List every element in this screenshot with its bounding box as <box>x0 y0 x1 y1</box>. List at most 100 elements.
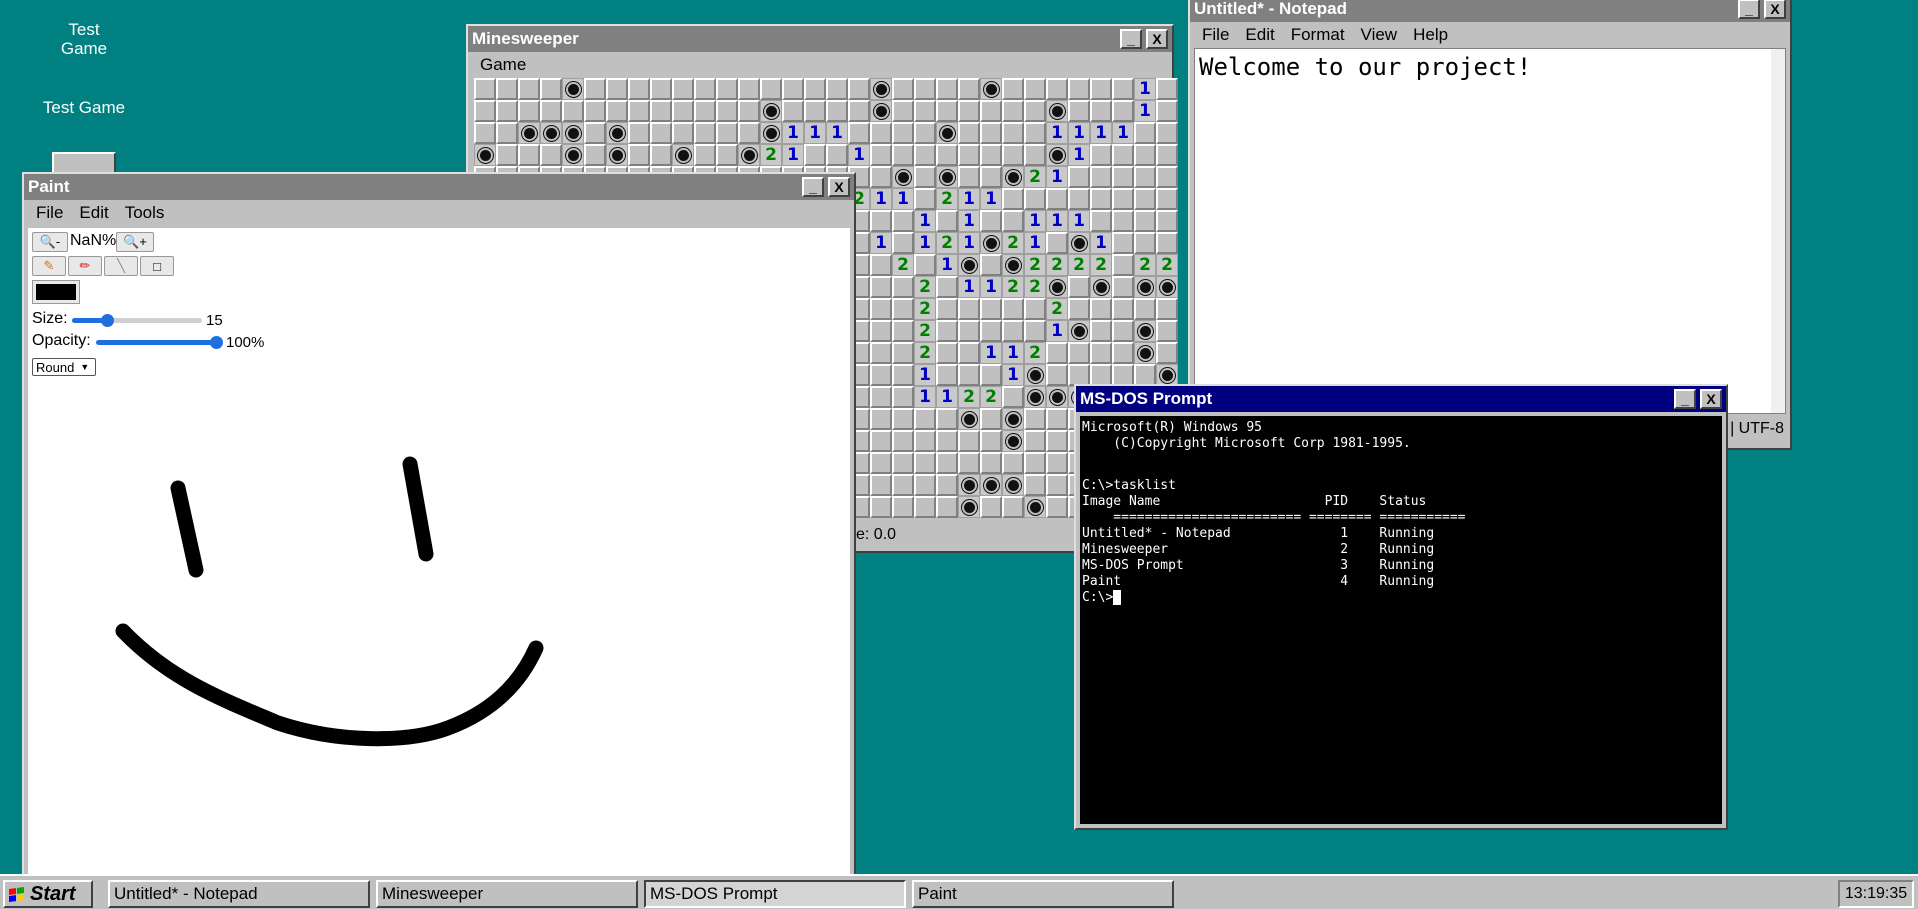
mine-cell[interactable] <box>870 496 892 518</box>
mine-cell[interactable]: 2 <box>980 386 1002 408</box>
mine-icon[interactable] <box>958 474 980 496</box>
menu-file[interactable]: File <box>28 203 71 223</box>
mine-cell[interactable] <box>1068 188 1090 210</box>
mine-cell[interactable] <box>540 100 562 122</box>
mine-cell[interactable] <box>936 100 958 122</box>
mine-cell[interactable] <box>474 122 496 144</box>
mine-cell[interactable] <box>980 166 1002 188</box>
mine-cell[interactable] <box>628 100 650 122</box>
mine-cell[interactable] <box>650 78 672 100</box>
mine-cell[interactable]: 1 <box>1002 364 1024 386</box>
mine-cell[interactable] <box>980 254 1002 276</box>
mine-cell[interactable]: 1 <box>1134 100 1156 122</box>
mine-cell[interactable] <box>1046 78 1068 100</box>
mine-cell[interactable]: 2 <box>1046 298 1068 320</box>
close-button[interactable]: X <box>1146 29 1168 49</box>
mine-cell[interactable] <box>892 452 914 474</box>
mine-cell[interactable]: 1 <box>1046 122 1068 144</box>
mine-cell[interactable] <box>716 100 738 122</box>
mine-cell[interactable]: 1 <box>1068 144 1090 166</box>
mine-cell[interactable] <box>1002 496 1024 518</box>
mine-cell[interactable]: 1 <box>1090 232 1112 254</box>
mine-cell[interactable]: 1 <box>892 188 914 210</box>
mine-cell[interactable] <box>540 144 562 166</box>
mine-cell[interactable]: 1 <box>1024 210 1046 232</box>
mine-cell[interactable]: 1 <box>848 144 870 166</box>
paint-titlebar[interactable]: Paint _ X <box>24 174 854 200</box>
mine-cell[interactable] <box>650 100 672 122</box>
mine-cell[interactable] <box>518 78 540 100</box>
mine-cell[interactable] <box>1002 144 1024 166</box>
mine-cell[interactable] <box>1046 364 1068 386</box>
mine-cell[interactable] <box>694 122 716 144</box>
mine-icon[interactable] <box>1156 276 1178 298</box>
mine-cell[interactable] <box>672 122 694 144</box>
mine-cell[interactable] <box>848 100 870 122</box>
menu-file[interactable]: File <box>1194 25 1237 45</box>
mine-cell[interactable]: 1 <box>1068 122 1090 144</box>
mine-cell[interactable] <box>1090 188 1112 210</box>
mine-cell[interactable] <box>650 144 672 166</box>
mine-cell[interactable] <box>760 78 782 100</box>
mine-cell[interactable] <box>958 452 980 474</box>
mine-icon[interactable] <box>1134 320 1156 342</box>
mine-cell[interactable] <box>738 122 760 144</box>
mine-cell[interactable] <box>628 122 650 144</box>
mine-cell[interactable] <box>1156 100 1178 122</box>
mine-cell[interactable]: 1 <box>1134 78 1156 100</box>
mine-cell[interactable] <box>1046 474 1068 496</box>
mine-cell[interactable] <box>914 452 936 474</box>
mine-icon[interactable] <box>870 100 892 122</box>
mine-cell[interactable] <box>1090 144 1112 166</box>
mine-cell[interactable]: 1 <box>1090 122 1112 144</box>
mine-cell[interactable] <box>892 364 914 386</box>
menu-view[interactable]: View <box>1353 25 1406 45</box>
mine-cell[interactable] <box>958 166 980 188</box>
mine-cell[interactable] <box>1068 342 1090 364</box>
mine-cell[interactable] <box>1024 78 1046 100</box>
mine-cell[interactable] <box>1002 320 1024 342</box>
mine-icon[interactable] <box>760 100 782 122</box>
mine-cell[interactable] <box>1090 342 1112 364</box>
mine-cell[interactable]: 2 <box>1002 232 1024 254</box>
mine-cell[interactable] <box>870 122 892 144</box>
mine-cell[interactable]: 1 <box>782 144 804 166</box>
mine-cell[interactable] <box>848 122 870 144</box>
mine-cell[interactable] <box>1068 166 1090 188</box>
mine-cell[interactable] <box>936 276 958 298</box>
mine-cell[interactable]: 1 <box>1002 342 1024 364</box>
mine-icon[interactable] <box>1068 320 1090 342</box>
mine-icon[interactable] <box>892 166 914 188</box>
mine-cell[interactable] <box>1090 364 1112 386</box>
mine-cell[interactable]: 1 <box>958 210 980 232</box>
mine-cell[interactable]: 1 <box>782 122 804 144</box>
mine-cell[interactable] <box>1090 100 1112 122</box>
mine-cell[interactable] <box>870 408 892 430</box>
mine-cell[interactable] <box>958 364 980 386</box>
taskbar-item-notepad[interactable]: Untitled* - Notepad <box>108 880 370 908</box>
mine-cell[interactable]: 1 <box>958 188 980 210</box>
mine-cell[interactable] <box>1112 298 1134 320</box>
mine-cell[interactable]: 2 <box>914 342 936 364</box>
minimize-button[interactable]: _ <box>1674 389 1696 409</box>
mine-cell[interactable] <box>914 188 936 210</box>
mine-icon[interactable] <box>1002 254 1024 276</box>
mine-cell[interactable] <box>1134 144 1156 166</box>
mine-icon[interactable] <box>540 122 562 144</box>
mine-cell[interactable]: 2 <box>1024 342 1046 364</box>
mine-cell[interactable] <box>870 342 892 364</box>
mine-cell[interactable] <box>936 364 958 386</box>
taskbar-item-ms-dos-prompt[interactable]: MS-DOS Prompt <box>644 880 906 908</box>
mine-cell[interactable] <box>980 364 1002 386</box>
mine-cell[interactable] <box>474 100 496 122</box>
mine-icon[interactable] <box>1002 166 1024 188</box>
mine-cell[interactable] <box>980 144 1002 166</box>
mine-cell[interactable] <box>936 144 958 166</box>
mine-cell[interactable] <box>1068 364 1090 386</box>
mine-cell[interactable] <box>1068 276 1090 298</box>
notepad-titlebar[interactable]: Untitled* - Notepad _ X <box>1190 0 1790 22</box>
mine-cell[interactable] <box>936 320 958 342</box>
mine-cell[interactable] <box>936 78 958 100</box>
mine-cell[interactable] <box>1156 342 1178 364</box>
mine-cell[interactable] <box>848 78 870 100</box>
